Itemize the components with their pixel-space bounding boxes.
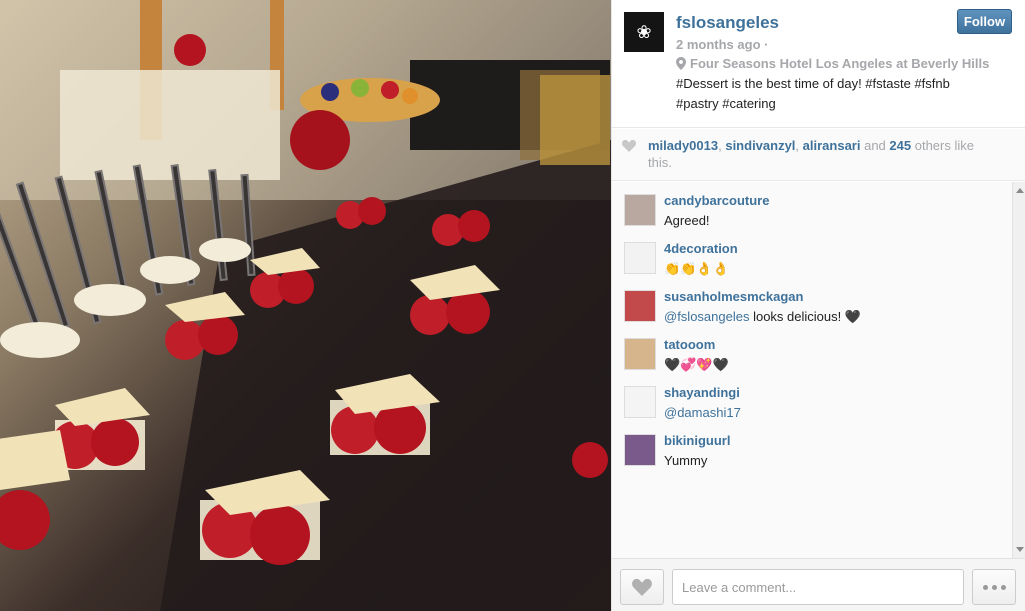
post-time[interactable]: 2 months ago · [676,37,768,52]
location-name: Four Seasons Hotel Los Angeles at Beverl… [690,56,990,71]
comment-item: susanholmesmckagan @fslosangeles looks d… [612,278,1012,326]
heart-icon [622,140,636,152]
post-header: ❀ fslosangeles Follow 2 months ago · Fou… [612,0,1025,128]
comment-item: shayandingi @damashi17 [612,374,1012,422]
and-text: and [860,138,890,153]
comment-text: @fslosangeles looks delicious! 🖤 [664,309,861,325]
post-caption: #Dessert is the best time of day! #fstas… [676,74,1006,114]
commenter-avatar[interactable] [624,290,656,322]
commenter-avatar[interactable] [624,242,656,274]
comment-mention[interactable]: @fslosangeles [664,309,749,324]
post-location[interactable]: Four Seasons Hotel Los Angeles at Beverl… [676,56,989,71]
photo-illustration [0,0,611,611]
comment-text: 👏👏👌👌 [664,261,729,276]
commenter-avatar[interactable] [624,386,656,418]
comment-text: @damashi17 [664,405,741,420]
separator: , [795,138,803,153]
commenter-username[interactable]: bikiniguurl [664,433,730,448]
heart-icon [632,578,652,596]
comment-item: 4decoration 👏👏👌👌 [612,230,1012,278]
comments-scrollbar[interactable] [1012,182,1025,558]
scroll-thumb[interactable] [1015,200,1024,540]
comment-item: bikiniguurl Yummy [612,422,1012,470]
scroll-down-arrow-icon[interactable] [1016,547,1024,552]
commenter-avatar[interactable] [624,194,656,226]
commenter-username[interactable]: shayandingi [664,385,740,400]
caption-line: #pastry #catering [676,96,776,111]
post-sidebar: ❀ fslosangeles Follow 2 months ago · Fou… [611,0,1025,611]
others-text: others like [911,138,974,153]
caption-line: #Dessert is the best time of day! #fstas… [676,76,950,91]
comment-input[interactable] [672,569,964,605]
like-button[interactable] [620,569,664,605]
commenter-username[interactable]: 4decoration [664,241,738,256]
likes-count[interactable]: 245 [889,138,911,153]
follow-button[interactable]: Follow [957,9,1012,34]
ellipsis-icon [991,584,997,590]
likes-text: milady0013, sindivanzyl, aliransari and … [648,137,1008,171]
ellipsis-icon [982,584,988,590]
ellipsis-icon [1000,584,1006,590]
pinecone-logo-icon: ❀ [636,21,652,42]
comment-item: candybarcouture Agreed! [612,182,1012,230]
comment-body: looks delicious! 🖤 [749,309,862,324]
location-pin-icon [676,57,686,70]
more-options-button[interactable] [972,569,1016,605]
liker-username[interactable]: sindivanzyl [725,138,795,153]
comment-text: 🖤💞💖🖤 [664,357,729,372]
others-text-end: this. [648,155,672,170]
comment-text: Yummy [664,453,708,468]
commenter-avatar[interactable] [624,338,656,370]
commenter-username[interactable]: tatooom [664,337,715,352]
commenter-username[interactable]: susanholmesmckagan [664,289,803,304]
scroll-up-arrow-icon[interactable] [1016,188,1024,193]
liker-username[interactable]: aliransari [803,138,861,153]
comment-footer [612,558,1025,611]
post-photo[interactable] [0,0,611,611]
commenter-username[interactable]: candybarcouture [664,193,769,208]
likes-section: milady0013, sindivanzyl, aliransari and … [612,129,1025,181]
author-username[interactable]: fslosangeles [676,13,779,33]
comment-text: Agreed! [664,213,710,228]
comments-list[interactable]: candybarcouture Agreed! 4decoration 👏👏👌👌… [612,182,1012,558]
liker-username[interactable]: milady0013 [648,138,718,153]
comment-item: tatooom 🖤💞💖🖤 [612,326,1012,374]
author-avatar[interactable]: ❀ [624,12,664,52]
comment-mention[interactable]: @damashi17 [664,405,741,420]
commenter-avatar[interactable] [624,434,656,466]
